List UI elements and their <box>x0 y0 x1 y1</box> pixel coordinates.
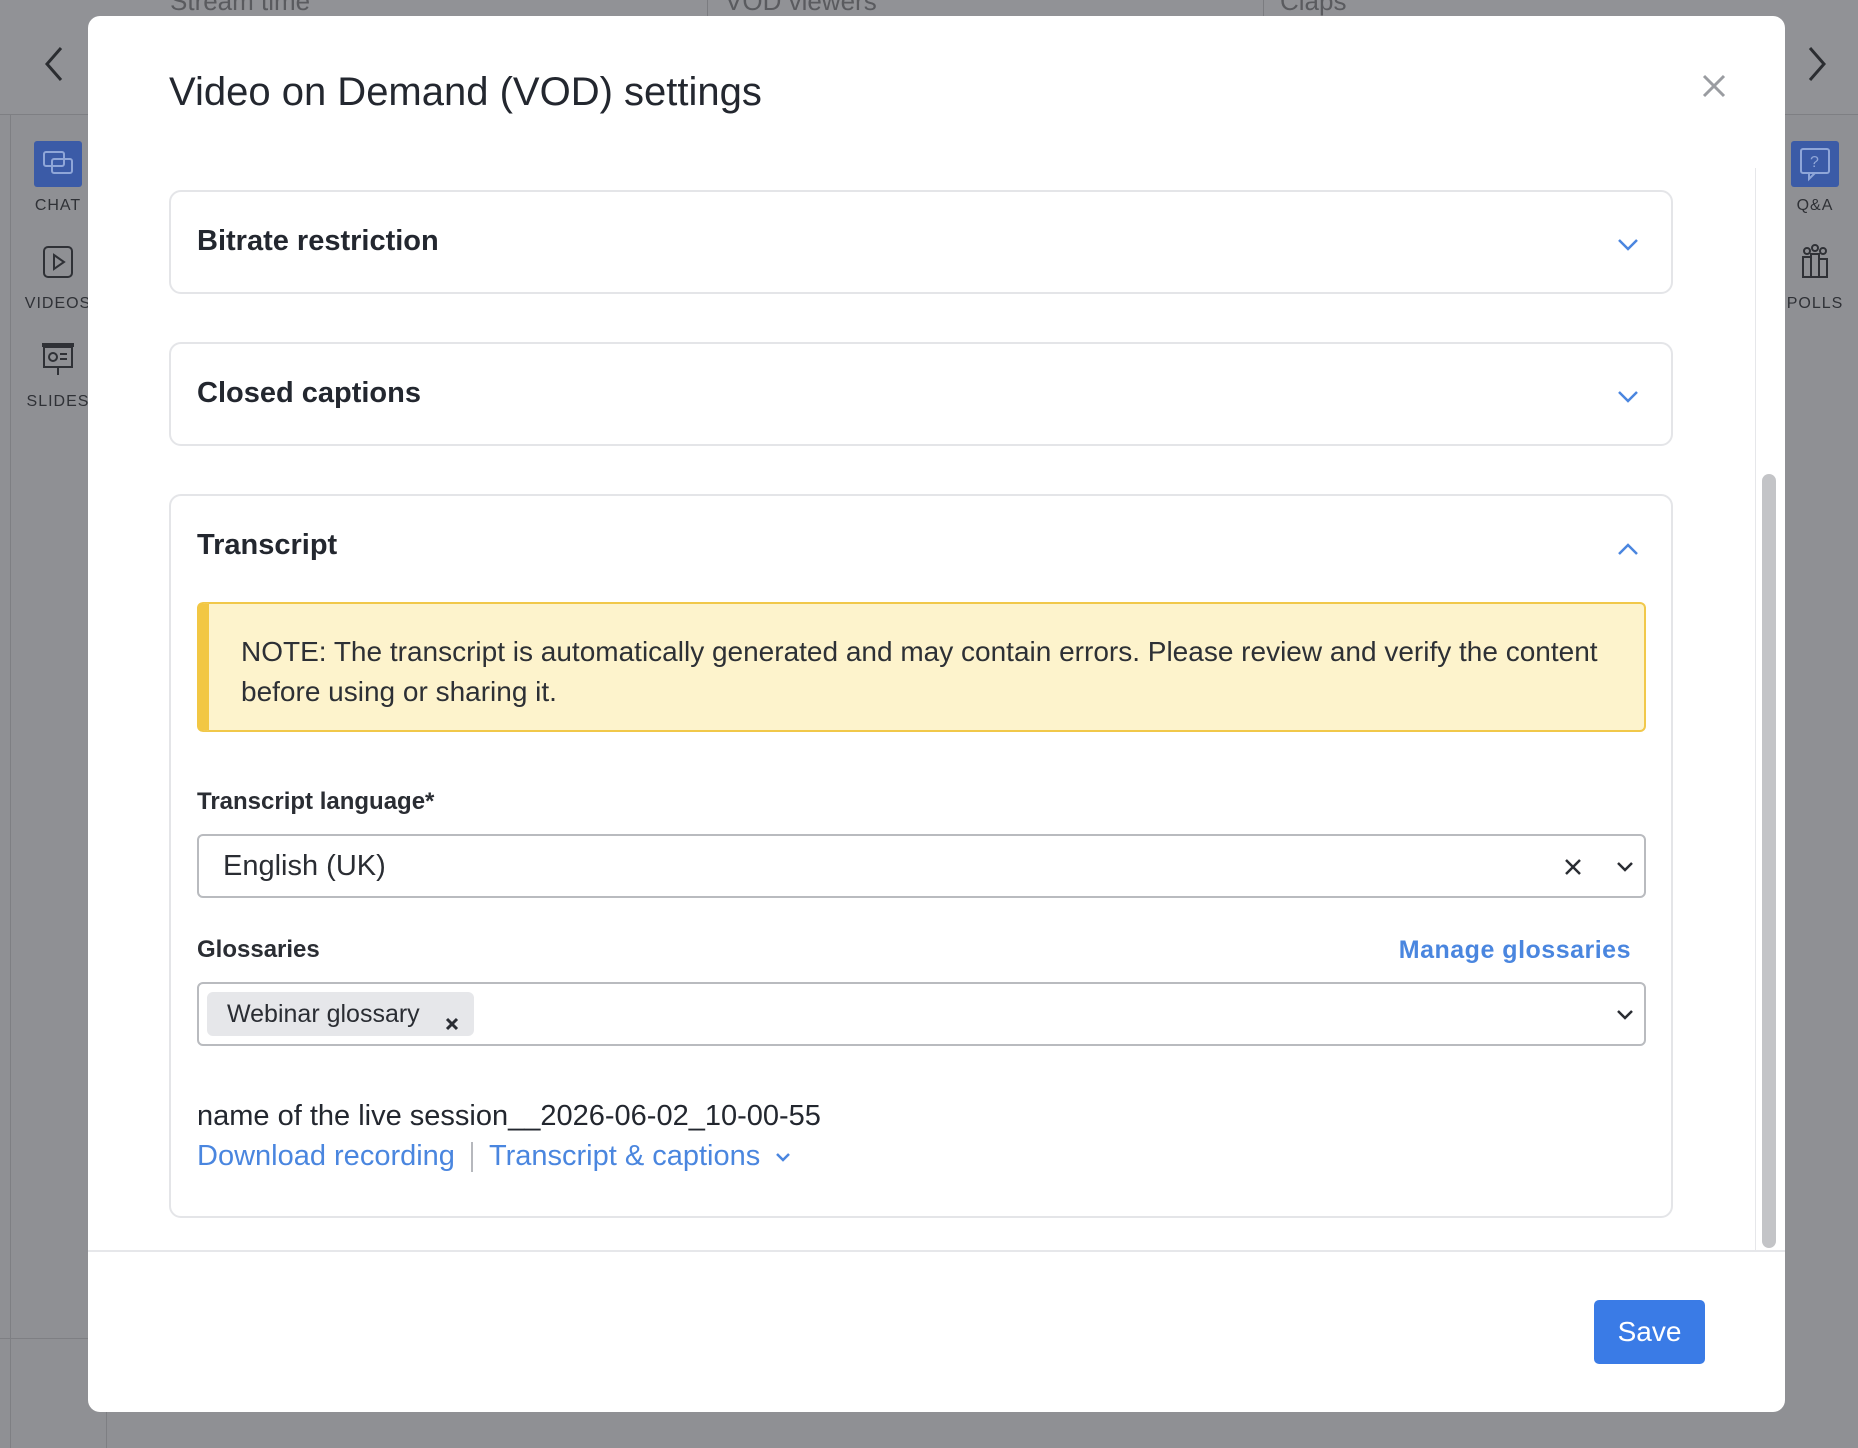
rail-label: SLIDES <box>26 393 90 410</box>
transcript-panel: Transcript NOTE: The transcript is autom… <box>169 494 1673 1218</box>
download-recording-link[interactable]: Download recording <box>197 1140 455 1173</box>
rail-label: POLLS <box>1786 295 1844 312</box>
close-icon[interactable] <box>1694 66 1734 106</box>
right-rail: ? Q&A POLLS <box>1773 115 1858 1448</box>
glossaries-label: Glossaries <box>197 936 320 963</box>
bitrate-restriction-panel[interactable]: Bitrate restriction <box>169 190 1673 294</box>
save-button[interactable]: Save <box>1594 1300 1705 1364</box>
modal-title: Video on Demand (VOD) settings <box>169 70 762 114</box>
session-name: name of the live session__2026-06-02_10-… <box>197 1100 821 1132</box>
clear-icon[interactable] <box>1557 851 1589 883</box>
manage-glossaries-link[interactable]: Manage glossaries <box>1399 936 1631 965</box>
recording-links: Download recording Transcript & captions <box>197 1140 794 1173</box>
footer-divider <box>88 1250 1785 1252</box>
panel-title: Bitrate restriction <box>197 225 439 257</box>
header-column-claps: Claps <box>1280 0 1347 16</box>
closed-captions-panel[interactable]: Closed captions <box>169 342 1673 446</box>
polls-icon <box>1791 239 1839 285</box>
transcript-language-select[interactable]: English (UK) <box>197 834 1646 898</box>
chevron-down-icon[interactable] <box>1613 382 1643 412</box>
panel-title: Transcript <box>197 529 338 561</box>
glossary-chip-label: Webinar glossary <box>227 1000 420 1028</box>
chevron-down-icon[interactable] <box>1613 230 1643 260</box>
selected-language: English (UK) <box>223 850 386 882</box>
chevron-up-icon[interactable] <box>1613 534 1643 564</box>
slides-icon <box>34 337 82 383</box>
svg-text:?: ? <box>1810 154 1820 171</box>
remove-chip-icon[interactable] <box>442 1004 462 1031</box>
rail-label: Q&A <box>1796 197 1834 214</box>
video-icon <box>34 239 82 285</box>
next-arrow-icon[interactable] <box>1795 44 1835 84</box>
prev-arrow-icon[interactable] <box>36 44 76 84</box>
chat-icon <box>34 141 82 187</box>
scrollbar-thumb[interactable] <box>1762 474 1776 1248</box>
glossaries-multiselect[interactable]: Webinar glossary <box>197 982 1646 1046</box>
question-icon: ? <box>1791 141 1839 187</box>
vod-settings-modal: Video on Demand (VOD) settings Bitrate r… <box>88 16 1785 1412</box>
transcript-language-label: Transcript language* <box>197 788 435 815</box>
chevron-down-icon[interactable] <box>772 1146 794 1168</box>
rail-label: CHAT <box>34 197 82 214</box>
header-column-vod-viewers: VOD viewers <box>725 0 877 16</box>
rail-label: VIDEOS <box>24 295 92 312</box>
transcript-warning-note: NOTE: The transcript is automatically ge… <box>197 602 1646 732</box>
chevron-down-icon[interactable] <box>1609 851 1641 883</box>
transcript-captions-dropdown[interactable]: Transcript & captions <box>489 1140 760 1173</box>
glossary-chip: Webinar glossary <box>207 992 474 1036</box>
panel-title: Closed captions <box>197 377 421 409</box>
chevron-down-icon[interactable] <box>1609 999 1641 1031</box>
link-separator <box>470 1141 473 1172</box>
header-column-stream-time: Stream time <box>170 0 311 16</box>
